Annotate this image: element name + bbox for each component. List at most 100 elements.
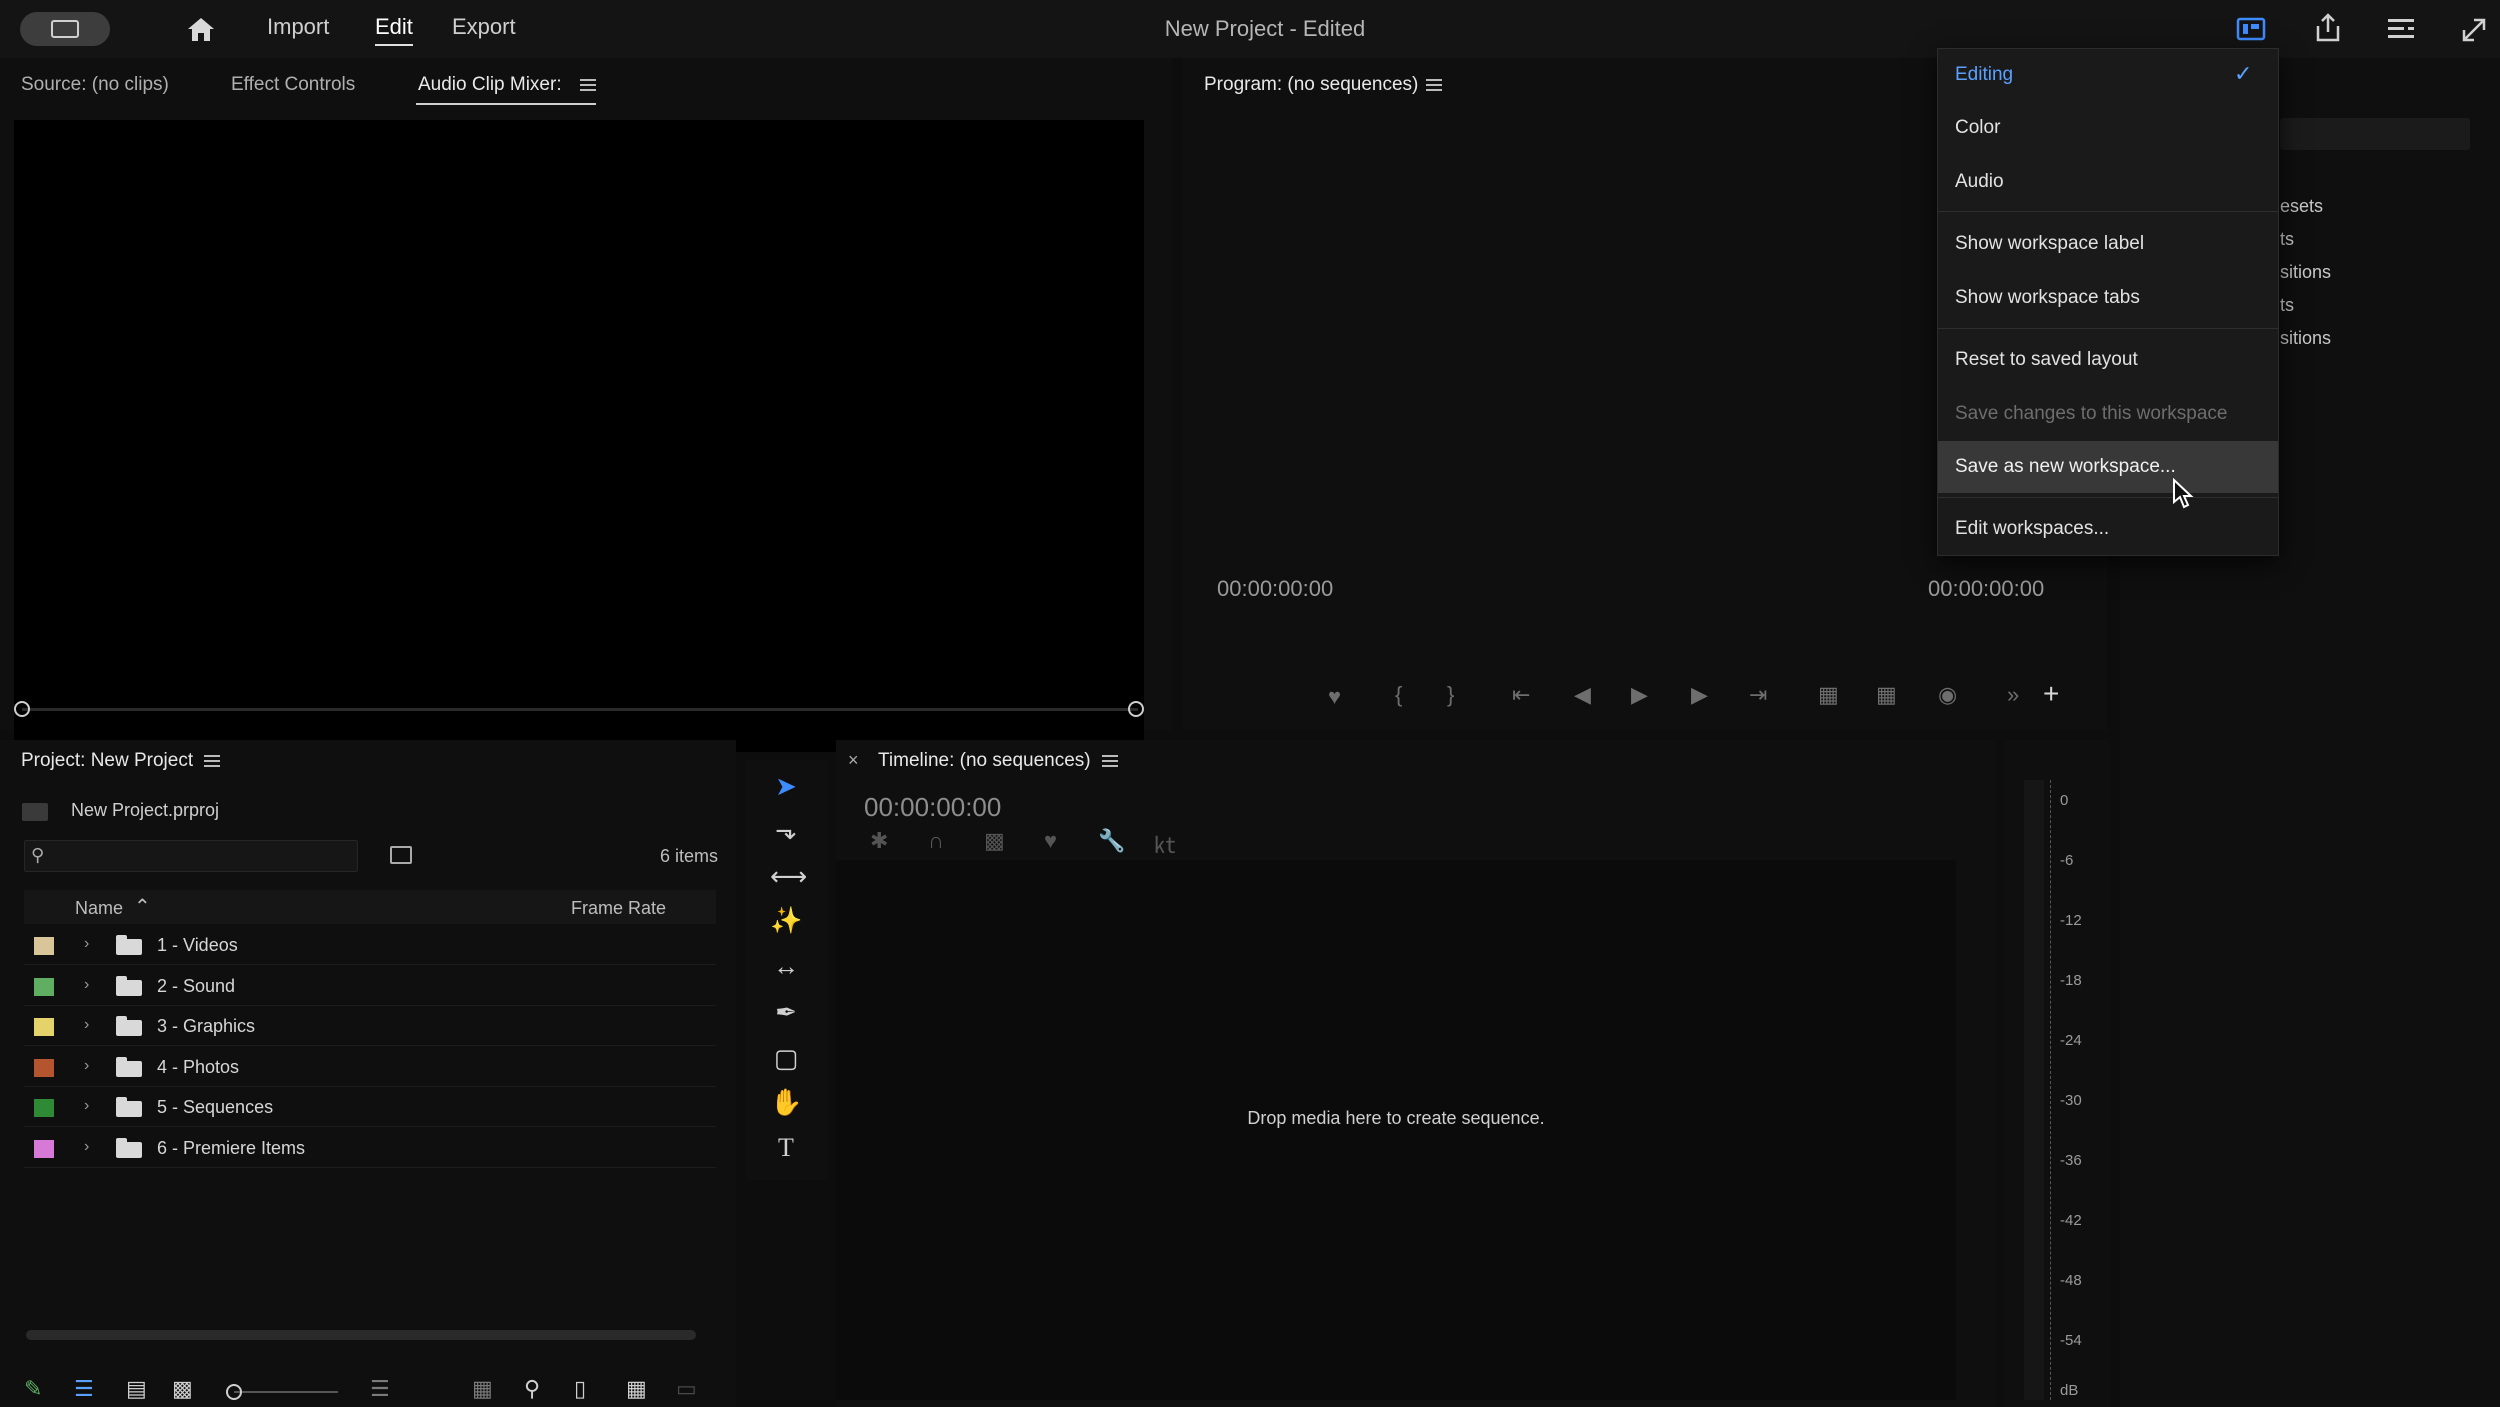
effects-search-input[interactable] [2280,118,2470,150]
snap-icon[interactable]: ∩ [928,828,944,854]
icon-view-icon[interactable]: ▤ [126,1376,147,1402]
add-marker-icon[interactable]: ♥ [1044,828,1057,854]
menu-item-color[interactable]: Color [1938,102,2278,154]
rectangle-tool-icon[interactable]: ▢ [770,1042,802,1074]
write-pencil-icon[interactable]: ✎ [24,1376,42,1402]
label-color-swatch[interactable] [34,1018,54,1036]
list-item[interactable]: › 2 - Sound [24,966,716,1006]
menu-item-show-workspace-label[interactable]: Show workspace label [1938,218,2278,270]
menu-item-reset-layout[interactable]: Reset to saved layout [1938,334,2278,386]
chevron-right-icon[interactable]: › [84,1138,89,1156]
tab-audio-clip-mixer[interactable]: Audio Clip Mixer: [418,74,562,96]
effects-item[interactable]: ts [2280,229,2294,250]
chevron-right-icon[interactable]: › [84,935,89,953]
scroll-handle-right[interactable] [1128,701,1144,717]
effects-item[interactable]: sitions [2280,328,2331,349]
label-color-swatch[interactable] [34,977,54,996]
more-controls-icon[interactable]: » [2007,682,2019,708]
marker-icon[interactable]: ♥ [1328,684,1341,710]
type-tool-icon[interactable]: T [770,1132,802,1164]
hand-tool-icon[interactable]: ✋ [770,1086,802,1118]
new-item-icon[interactable]: ▦ [626,1376,647,1402]
sort-icon[interactable]: ☰ [370,1376,390,1402]
captions-icon[interactable]: ㏏ [1154,828,1176,860]
menu-item-audio[interactable]: Audio [1938,156,2278,208]
source-scrollbar[interactable] [14,699,1144,719]
slip-tool-icon[interactable]: ↔ [770,950,802,982]
program-title[interactable]: Program: (no sequences) [1204,74,1418,96]
scroll-handle-left[interactable] [14,701,30,717]
effects-item[interactable]: esets [2280,196,2323,217]
quick-settings-icon[interactable] [2386,16,2416,42]
export-frame-icon[interactable]: ◉ [1938,682,1957,708]
menu-item-show-workspace-tabs[interactable]: Show workspace tabs [1938,272,2278,324]
chevron-right-icon[interactable]: › [84,976,89,994]
list-item[interactable]: › 3 - Graphics [24,1006,716,1046]
step-back-icon[interactable]: ◀ [1574,682,1591,708]
new-bin-icon[interactable]: ▯ [574,1376,586,1402]
program-timecode-left[interactable]: 00:00:00:00 [1217,576,1333,602]
linked-selection-icon[interactable]: ▩ [984,828,1005,854]
zoom-slider-handle[interactable] [226,1384,242,1400]
column-frame-rate[interactable]: Frame Rate [571,898,666,919]
list-item[interactable]: › 5 - Sequences [24,1087,716,1127]
wrench-icon[interactable]: 🔧 [1098,828,1125,854]
search-icon: ⚲ [31,845,45,865]
panel-menu-icon[interactable] [1102,755,1118,767]
insert-icon[interactable]: ▦ [1818,682,1839,708]
automate-icon[interactable]: ▦ [472,1376,493,1402]
label-color-swatch[interactable] [34,1099,54,1117]
workspaces-icon[interactable] [2236,16,2266,42]
menu-item-editing[interactable]: Editing [1938,49,2278,101]
ripple-edit-tool-icon[interactable]: ⟷ [770,860,807,892]
project-scrollbar[interactable] [26,1330,696,1340]
list-item[interactable]: › 1 - Videos [24,925,716,965]
timeline-timecode[interactable]: 00:00:00:00 [864,792,1001,823]
menu-item-edit-workspaces[interactable]: Edit workspaces... [1938,503,2278,555]
add-button-icon[interactable]: + [2043,678,2059,710]
selection-tool-icon[interactable]: ➤ [770,770,802,802]
pen-tool-icon[interactable]: ✒ [770,996,802,1028]
list-view-icon[interactable]: ☰ [74,1376,94,1402]
effects-item[interactable]: ts [2280,295,2294,316]
tab-effect-controls[interactable]: Effect Controls [231,74,355,96]
mark-in-icon[interactable]: { [1395,682,1402,708]
share-icon[interactable] [2313,12,2343,44]
panel-menu-icon[interactable] [204,755,220,767]
panel-menu-icon[interactable] [580,79,596,91]
fullscreen-icon[interactable] [2460,16,2488,44]
label-color-swatch[interactable] [34,1058,54,1077]
delete-icon[interactable]: ▭ [676,1376,697,1402]
freeform-view-icon[interactable]: ▩ [172,1376,193,1402]
razor-tool-icon[interactable]: ✨ [770,904,802,936]
step-forward-icon[interactable]: ▶ [1691,682,1708,708]
menu-item-save-as-new[interactable]: Save as new workspace... [1938,441,2278,493]
play-icon[interactable]: ▶ [1631,682,1648,708]
sort-ascending-icon[interactable]: ⌃ [134,894,151,919]
label-color-swatch[interactable] [34,1139,54,1158]
nest-icon[interactable]: ✱ [870,828,888,854]
list-item[interactable]: › 6 - Premiere Items [24,1128,716,1168]
chevron-right-icon[interactable]: › [84,1016,89,1034]
project-title[interactable]: Project: New Project [21,750,193,772]
label-color-swatch[interactable] [34,937,54,955]
chevron-right-icon[interactable]: › [84,1097,89,1115]
mark-out-icon[interactable]: } [1447,682,1454,708]
list-item[interactable]: › 4 - Photos [24,1047,716,1087]
close-icon[interactable]: × [848,750,859,771]
overwrite-icon[interactable]: ▦ [1876,682,1897,708]
search-input[interactable]: ⚲ [24,840,358,872]
track-select-tool-icon[interactable]: ⬎ [770,814,802,846]
new-search-bin-icon[interactable] [390,846,412,864]
go-to-out-icon[interactable]: ⇥ [1749,682,1767,708]
column-name[interactable]: Name [75,898,123,919]
zoom-slider[interactable] [226,1384,338,1400]
chevron-right-icon[interactable]: › [84,1057,89,1075]
effects-item[interactable]: sitions [2280,262,2331,283]
panel-menu-icon[interactable] [1426,79,1442,91]
tab-source[interactable]: Source: (no clips) [21,74,169,96]
timeline-title[interactable]: Timeline: (no sequences) [878,750,1091,772]
go-to-in-icon[interactable]: ⇤ [1512,682,1530,708]
timeline-drop-area[interactable]: Drop media here to create sequence. [836,860,1956,1400]
find-icon[interactable]: ⚲ [524,1376,540,1402]
